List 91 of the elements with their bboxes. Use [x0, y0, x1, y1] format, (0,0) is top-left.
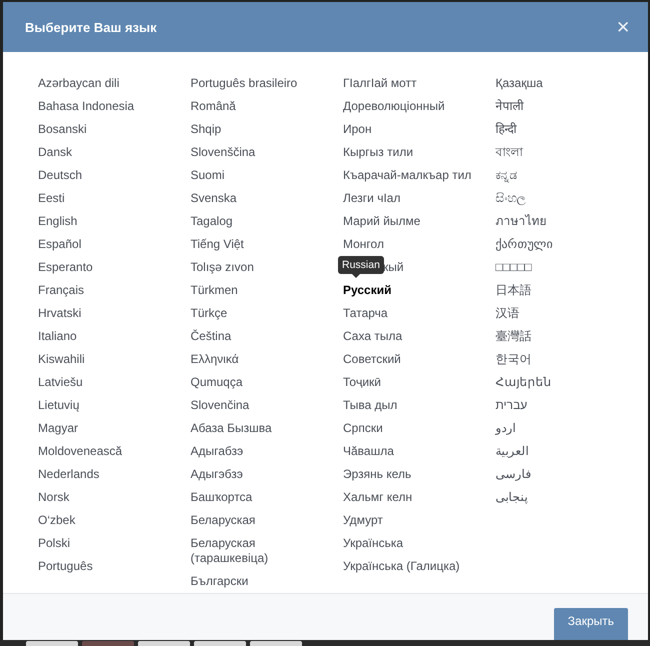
taskbar-button[interactable]: [138, 641, 190, 646]
taskbar-button[interactable]: [26, 641, 78, 646]
language-link[interactable]: Монгол: [343, 233, 384, 256]
language-link[interactable]: Shqip: [190, 118, 222, 141]
language-link[interactable]: नेपाली: [496, 95, 524, 118]
language-link[interactable]: Bosanski: [38, 118, 87, 141]
language-link[interactable]: العربية: [496, 440, 528, 463]
language-link[interactable]: 日本語: [496, 279, 532, 302]
language-link[interactable]: Български: [190, 570, 248, 593]
language-link[interactable]: Slovenščina: [190, 141, 256, 164]
taskbar-button[interactable]: [250, 641, 302, 646]
language-link[interactable]: 汉语: [496, 302, 520, 325]
language-link[interactable]: Удмурт: [343, 509, 383, 532]
language-link[interactable]: Саха тыла: [343, 325, 402, 348]
language-link[interactable]: Чӑвашла: [343, 440, 394, 463]
language-link[interactable]: Беларуская (тарашкевіца): [190, 532, 330, 570]
language-link[interactable]: Адыгабзэ: [190, 440, 244, 463]
language-link[interactable]: Magyar: [38, 417, 78, 440]
language-link[interactable]: Tiếng Việt: [190, 233, 244, 256]
language-link[interactable]: Кыргыз тили: [343, 141, 414, 164]
language-link[interactable]: Дореволюціонный: [343, 95, 445, 118]
language-link[interactable]: Português brasileiro: [190, 72, 298, 95]
language-link[interactable]: Tolışə zıvon: [190, 256, 254, 279]
language-link[interactable]: Kiswahili: [38, 348, 85, 371]
language-link[interactable]: Lietuvių: [38, 394, 80, 417]
language-link[interactable]: Хальмг келн: [343, 486, 412, 509]
language-link[interactable]: Nederlands: [38, 463, 100, 486]
language-link[interactable]: Къарачай-малкъар тил: [343, 164, 472, 187]
language-link[interactable]: Қазақша: [496, 72, 543, 95]
language-link[interactable]: Українська (Галицка): [343, 555, 460, 578]
language-link[interactable]: Türkmen: [190, 279, 238, 302]
language-link[interactable]: Русский: [343, 279, 392, 302]
language-link[interactable]: Italiano: [38, 325, 77, 348]
language-link[interactable]: Svenska: [190, 187, 237, 210]
language-link[interactable]: Qumuqça: [190, 371, 243, 394]
language-link[interactable]: Эрзянь кель: [343, 463, 412, 486]
language-link[interactable]: Українська: [343, 532, 404, 555]
language-link[interactable]: ГӀалгӀай мотт: [343, 72, 417, 95]
taskbar-button[interactable]: [82, 641, 134, 646]
dialog-title: Выберите Ваш язык: [25, 20, 157, 34]
language-link[interactable]: Српски: [343, 417, 383, 440]
language-link[interactable]: Moldovenească: [38, 440, 122, 463]
language-link[interactable]: Тыва дыл: [343, 394, 398, 417]
language-link[interactable]: Dansk: [38, 141, 72, 164]
language-link[interactable]: اردو: [496, 417, 516, 440]
language-link[interactable]: Абаза Бызшва: [190, 417, 272, 440]
language-link[interactable]: Suomi: [190, 164, 225, 187]
language-link[interactable]: Türkçe: [190, 302, 228, 325]
language-link[interactable]: Адыгэбзэ: [190, 463, 243, 486]
language-link[interactable]: Ελληνικά: [190, 348, 239, 371]
language-link[interactable]: עברית: [496, 394, 528, 417]
language-link[interactable]: Slovenčina: [190, 394, 250, 417]
language-link[interactable]: Norsk: [38, 486, 70, 509]
language-link[interactable]: Français: [38, 279, 84, 302]
language-link[interactable]: Polski: [38, 532, 70, 555]
language-link[interactable]: Latviešu: [38, 371, 83, 394]
language-link[interactable]: 臺灣話: [496, 325, 532, 348]
language-link[interactable]: Беларуская: [190, 509, 256, 532]
language-link[interactable]: Deutsch: [38, 164, 82, 187]
close-dialog-button[interactable]: Закрыть: [554, 608, 628, 640]
language-link[interactable]: Ирон: [343, 118, 372, 141]
language-link[interactable]: ქართული: [496, 233, 552, 256]
language-link[interactable]: English: [38, 210, 78, 233]
language-link[interactable]: Azərbaycan dili: [38, 72, 120, 95]
language-link[interactable]: Español: [38, 233, 82, 256]
language-link[interactable]: ภาษาไทย: [496, 210, 546, 233]
language-link[interactable]: Советский: [343, 348, 401, 371]
language-link[interactable]: Tagalog: [190, 210, 233, 233]
language-link[interactable]: සිංහල: [496, 187, 526, 210]
language-link[interactable]: Esperanto: [38, 256, 93, 279]
language-link[interactable]: Eesti: [38, 187, 65, 210]
language-link[interactable]: 한국어: [496, 348, 532, 371]
language-link[interactable]: Հայերեն: [496, 371, 552, 394]
language-link[interactable]: O‘zbek: [38, 509, 76, 532]
language-link[interactable]: ಕನ್ನಡ: [496, 164, 518, 187]
language-link[interactable]: □□□□□: [496, 256, 532, 279]
language-link[interactable]: हिन्दी: [496, 118, 516, 141]
language-link[interactable]: Татарча: [343, 302, 388, 325]
language-link[interactable]: Português: [38, 555, 93, 578]
taskbar-button[interactable]: [194, 641, 246, 646]
language-link[interactable]: فارسی: [496, 463, 532, 486]
language-link[interactable]: Hrvatski: [38, 302, 82, 325]
language-link[interactable]: Română: [190, 95, 236, 118]
language-link[interactable]: Марий йылме: [343, 210, 420, 233]
language-link[interactable]: Čeština: [190, 325, 232, 348]
language-link[interactable]: Bahasa Indonesia: [38, 95, 134, 118]
language-link[interactable]: Башҡортса: [190, 486, 252, 509]
language-link[interactable]: Тоҷикӣ: [343, 371, 381, 394]
language-link[interactable]: বাংলা: [496, 141, 522, 164]
language-link[interactable]: Лезги чӀал: [343, 187, 400, 210]
language-link[interactable]: پنجابی: [496, 486, 528, 509]
